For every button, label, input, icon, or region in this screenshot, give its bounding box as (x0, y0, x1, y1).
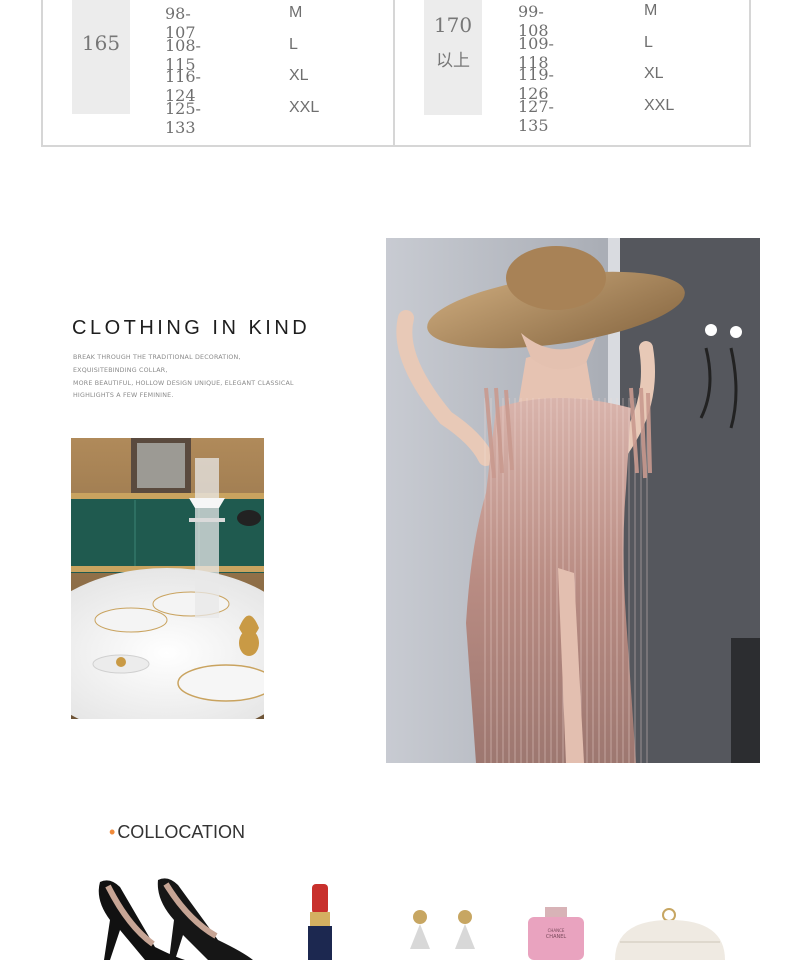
size-label: L (289, 36, 298, 53)
collocation-label: COLLOCATION (117, 822, 245, 842)
section-description: BREAK THROUGH THE TRADITIONAL DECORATION… (73, 352, 333, 403)
size-label: XL (289, 67, 309, 84)
table-setting-photo (71, 438, 264, 719)
description-line: EXQUISITEBINDING COLLAR, (73, 366, 168, 374)
size-label: XL (644, 65, 664, 82)
description-line: HIGHLIGHTS A FEW FEMININE. (73, 392, 174, 400)
size-label: XXL (644, 97, 675, 114)
size-chart: 165 98-107 M 108-115 L 116-124 XL 125-13… (41, 0, 751, 147)
description-line: MORE BEAUTIFUL, HOLLOW DESIGN UNIQUE, EL… (73, 379, 294, 387)
dress-model-photo (386, 238, 760, 763)
height-value: 165 (81, 31, 121, 55)
perfume-name: CHANCE (548, 928, 565, 933)
collocation-heading: • COLLOCATION (109, 822, 245, 843)
accessories-photo: CHANEL CHANCE (70, 862, 750, 960)
height-value: 170 (433, 13, 473, 37)
weight-range: 125-133 (165, 99, 201, 137)
weight-range: 127-135 (518, 97, 554, 135)
section-heading: CLOTHING IN KIND (72, 317, 311, 339)
size-label: L (644, 34, 653, 51)
size-label: M (644, 2, 658, 19)
size-group-170: 170 以上 99-108 M 109-118 L 119-126 XL 127… (395, 0, 751, 145)
perfume-brand: CHANEL (546, 934, 567, 940)
height-cell: 165 (72, 0, 130, 114)
size-label: XXL (289, 99, 320, 116)
height-suffix: 以上 (436, 51, 470, 71)
height-cell: 170 以上 (424, 0, 482, 115)
accent-dot: • (109, 822, 116, 842)
description-line: BREAK THROUGH THE TRADITIONAL DECORATION… (73, 354, 241, 361)
size-group-165: 165 98-107 M 108-115 L 116-124 XL 125-13… (43, 0, 393, 145)
size-label: M (289, 4, 303, 21)
